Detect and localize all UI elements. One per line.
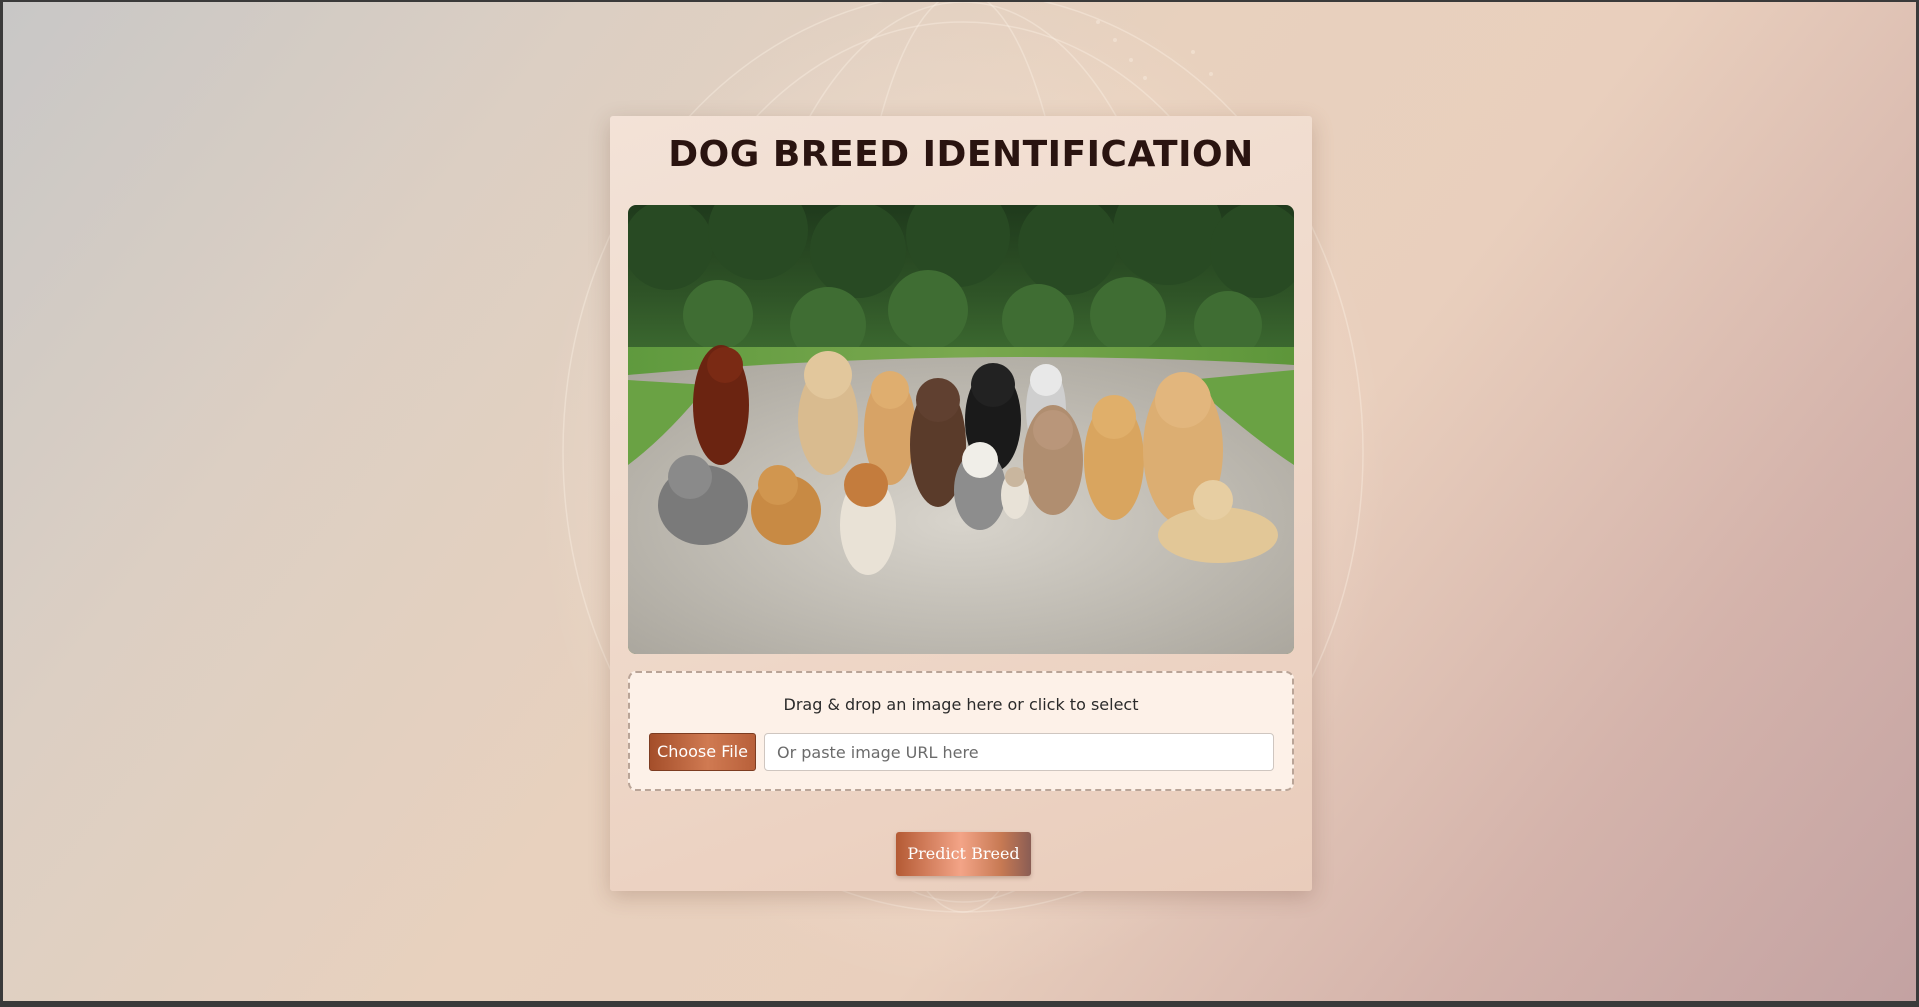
page-title: DOG BREED IDENTIFICATION [668,134,1254,175]
drop-hint-text: Drag & drop an image here or click to se… [783,695,1139,714]
image-preview [628,205,1294,654]
image-url-input[interactable] [764,733,1274,771]
app-window: DOG BREED IDENTIFICATION Drag & drop an … [3,2,1916,1001]
choose-file-button[interactable]: Choose File [649,733,756,771]
breed-identification-card: DOG BREED IDENTIFICATION Drag & drop an … [610,116,1312,891]
predict-breed-button[interactable]: Predict Breed [896,832,1031,876]
image-dropzone[interactable]: Drag & drop an image here or click to se… [628,671,1294,791]
